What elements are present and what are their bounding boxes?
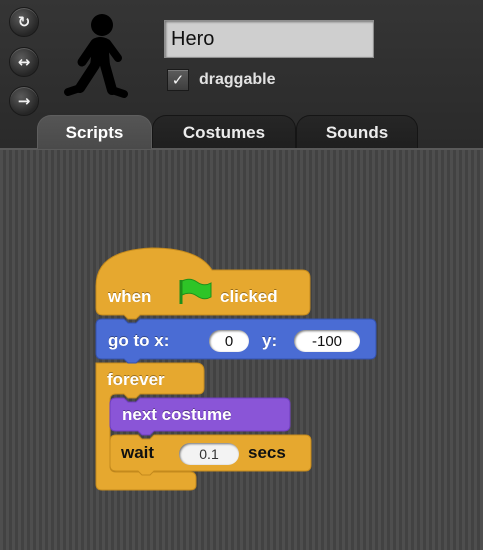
hat-clicked-label: clicked xyxy=(220,287,278,306)
wait-seconds-value: 0.1 xyxy=(199,446,219,462)
wait-label: wait xyxy=(121,443,155,462)
rotate-icon[interactable]: ↻ xyxy=(9,7,39,37)
wait-secs-label: secs xyxy=(248,443,286,462)
check-icon: ✓ xyxy=(171,71,185,89)
goto-x-label: go to x: xyxy=(108,331,170,350)
draggable-option: ✓ draggable xyxy=(167,68,275,92)
rotate-glyph: ↻ xyxy=(17,13,31,31)
tab-scripts[interactable]: Scripts xyxy=(37,115,152,149)
sprite-corral-header: ↻ ↔ → ✓ draggable Scripts Costumes Sound… xyxy=(0,0,483,149)
goto-y-input[interactable]: -100 xyxy=(294,330,360,352)
when-flag-clicked-block[interactable] xyxy=(95,247,311,320)
goto-x-input[interactable]: 0 xyxy=(209,330,249,352)
flip-horizontal-icon[interactable]: ↔ xyxy=(9,47,39,77)
scripts-area[interactable]: when clicked go to x: 0 y: -100 forever … xyxy=(0,148,483,550)
tab-costumes-label: Costumes xyxy=(182,122,266,142)
hat-when-label: when xyxy=(108,287,152,306)
sprite-name-input[interactable] xyxy=(164,20,374,58)
flip-glyph: ↔ xyxy=(17,53,31,71)
goto-x-value: 0 xyxy=(224,332,234,350)
sprite-thumbnail-icon xyxy=(64,14,128,98)
tab-costumes[interactable]: Costumes xyxy=(152,115,296,149)
no-rotate-icon[interactable]: → xyxy=(9,86,39,116)
next-costume-label: next costume xyxy=(122,405,232,424)
forever-label: forever xyxy=(107,370,165,389)
tab-sounds[interactable]: Sounds xyxy=(296,115,418,149)
no-rotate-glyph: → xyxy=(17,92,31,110)
draggable-label: draggable xyxy=(199,71,276,88)
tab-scripts-label: Scripts xyxy=(65,122,124,142)
draggable-checkbox[interactable]: ✓ xyxy=(167,69,189,91)
wait-seconds-input[interactable]: 0.1 xyxy=(179,443,239,465)
goto-y-label: y: xyxy=(262,331,278,350)
goto-y-value: -100 xyxy=(311,332,343,350)
tab-sounds-label: Sounds xyxy=(325,122,389,142)
